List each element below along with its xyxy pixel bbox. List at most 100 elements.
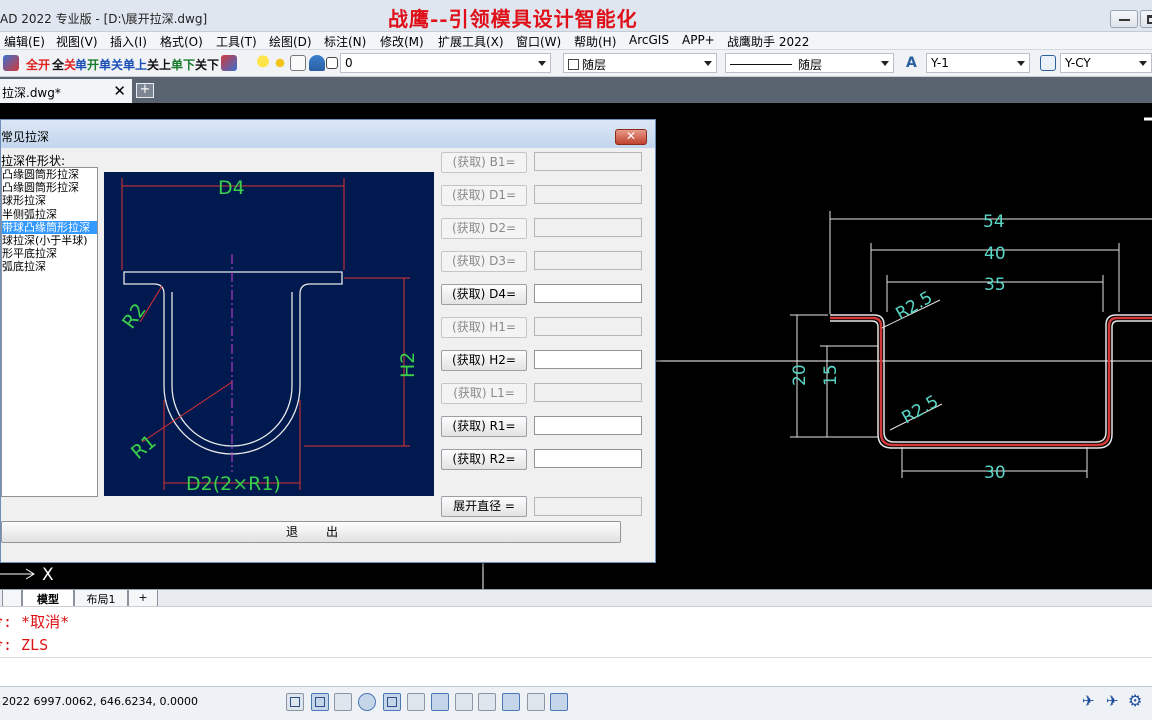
add-layout-button[interactable]: + xyxy=(128,590,158,607)
l1-field[interactable] xyxy=(534,383,642,402)
get-l1-button[interactable]: (获取) L1= xyxy=(441,383,527,404)
dim-20: 20 xyxy=(790,364,810,386)
tool-off-up[interactable]: 关上 xyxy=(147,56,171,73)
get-d2-button[interactable]: (获取) D2= xyxy=(441,218,527,239)
get-d4-button[interactable]: (获取) D4= xyxy=(441,284,527,305)
shape-item[interactable]: 弧底拉深 xyxy=(2,260,97,273)
shape-item[interactable]: 半侧弧拉深 xyxy=(2,208,97,221)
exit-button[interactable]: 退出 xyxy=(1,521,621,543)
d3-field[interactable] xyxy=(534,251,642,270)
annotation-scale-icon[interactable]: ✈ xyxy=(1082,693,1100,711)
tab-layout1[interactable]: 布局1 xyxy=(74,590,128,607)
dynamic-ucs-icon[interactable] xyxy=(431,693,449,711)
transparency-icon[interactable] xyxy=(502,693,520,711)
lineweight-icon[interactable] xyxy=(478,693,496,711)
menu-app-plus[interactable]: APP+ xyxy=(682,33,715,47)
layer-color-icon[interactable] xyxy=(290,55,306,71)
get-r1-button[interactable]: (获取) R1= xyxy=(441,416,527,437)
d4-field[interactable] xyxy=(534,284,642,303)
menu-dimension[interactable]: 标注(N) xyxy=(324,33,366,50)
menu-tools[interactable]: 工具(T) xyxy=(216,33,257,50)
sun-icon[interactable] xyxy=(272,55,288,71)
tool-all-off[interactable]: 全关 xyxy=(52,56,76,73)
menu-help[interactable]: 帮助(H) xyxy=(574,33,616,50)
dim-style-dropdown[interactable]: Y-CY xyxy=(1060,53,1152,73)
tool-single-down[interactable]: 单下 xyxy=(171,56,195,73)
menu-modify[interactable]: 修改(M) xyxy=(380,33,424,50)
shape-item[interactable]: 凸缘圆筒形拉深 xyxy=(2,168,97,181)
b1-field[interactable] xyxy=(534,152,642,171)
unfold-diameter-button[interactable]: 展开直径 = xyxy=(441,496,527,517)
menu-view[interactable]: 视图(V) xyxy=(56,33,98,50)
polar-tracking-icon[interactable] xyxy=(358,693,376,711)
layer-manager-icon[interactable] xyxy=(3,55,19,71)
get-r2-button[interactable]: (获取) R2= xyxy=(441,449,527,470)
menu-extend-tools[interactable]: 扩展工具(X) xyxy=(438,33,504,50)
get-b1-button[interactable]: (获取) B1= xyxy=(441,152,527,173)
grid-icon[interactable] xyxy=(286,693,304,711)
get-h1-button[interactable]: (获取) H1= xyxy=(441,317,527,338)
tool-single-on[interactable]: 单开 xyxy=(75,56,99,73)
h1-field[interactable] xyxy=(534,317,642,336)
unfold-diameter-field[interactable] xyxy=(534,497,642,516)
ortho-icon[interactable] xyxy=(334,693,352,711)
layer-state-icon[interactable] xyxy=(221,55,237,71)
dialog-title-bar[interactable]: 常见拉深 ✕ xyxy=(1,120,655,148)
maximize-button[interactable] xyxy=(1140,10,1152,28)
annotation-visibility-icon[interactable]: ✈ xyxy=(1106,693,1124,711)
get-h2-button[interactable]: (获取) H2= xyxy=(441,350,527,371)
new-tab-button[interactable]: + xyxy=(136,83,154,98)
get-d3-button[interactable]: (获取) D3= xyxy=(441,251,527,272)
dynamic-input-icon[interactable] xyxy=(455,693,473,711)
dialog-close-button[interactable]: ✕ xyxy=(615,129,647,145)
d1-field[interactable] xyxy=(534,185,642,204)
color-swatch-icon xyxy=(568,59,579,70)
layer-dropdown[interactable]: 0 xyxy=(340,53,551,73)
lightbulb-icon[interactable] xyxy=(255,55,271,71)
shape-item[interactable]: 球拉深(小于半球) xyxy=(2,234,97,247)
menu-insert[interactable]: 插入(I) xyxy=(110,33,147,50)
linetype-dropdown[interactable]: 随层 xyxy=(725,53,894,73)
selection-cycling-icon[interactable] xyxy=(527,693,545,711)
gear-icon[interactable]: ⚙ xyxy=(1128,693,1146,711)
minimize-button[interactable] xyxy=(1110,10,1138,28)
command-input-separator xyxy=(0,657,1152,658)
text-style-dropdown[interactable]: Y-1 xyxy=(926,53,1030,73)
color-dropdown[interactable]: 随层 xyxy=(563,53,717,73)
dim-30: 30 xyxy=(984,463,1006,483)
shape-item[interactable]: 凸缘圆筒形拉深 xyxy=(2,181,97,194)
tool-single-up[interactable]: 单上 xyxy=(123,56,147,73)
shape-item-selected[interactable]: 带球凸缘筒形拉深 xyxy=(2,221,97,234)
close-icon[interactable]: ✕ xyxy=(113,82,126,100)
command-window[interactable]: 令: *取消* 令: ZLS xyxy=(0,606,1152,686)
annotation-monitor-icon[interactable] xyxy=(550,693,568,711)
menu-zhanying-assistant[interactable]: 战鹰助手 2022 xyxy=(727,33,809,50)
tab-model[interactable]: 模型 xyxy=(22,590,74,607)
snap-grid-icon[interactable] xyxy=(311,693,329,711)
menu-format[interactable]: 格式(O) xyxy=(160,33,203,50)
dim-style-icon[interactable] xyxy=(1040,55,1056,71)
r1-field[interactable] xyxy=(534,416,642,435)
r2-field[interactable] xyxy=(534,449,642,468)
menu-draw[interactable]: 绘图(D) xyxy=(269,33,312,50)
tool-off-down[interactable]: 关下 xyxy=(195,56,219,73)
lock-icon[interactable] xyxy=(309,55,325,71)
d2-field[interactable] xyxy=(534,218,642,237)
shape-item[interactable]: 形平底拉深 xyxy=(2,247,97,260)
menu-edit[interactable]: 编辑(E) xyxy=(4,33,45,50)
object-snap-icon[interactable] xyxy=(383,693,401,711)
tab-document[interactable]: 拉深.dwg* ✕ xyxy=(0,79,132,103)
text-style-icon[interactable]: A xyxy=(906,55,922,71)
shape-listbox[interactable]: 凸缘圆筒形拉深 凸缘圆筒形拉深 球形拉深 半侧弧拉深 带球凸缘筒形拉深 球拉深(… xyxy=(1,167,98,497)
object-snap-tracking-icon[interactable] xyxy=(407,693,425,711)
menu-window[interactable]: 窗口(W) xyxy=(516,33,561,50)
tool-single-off[interactable]: 单关 xyxy=(99,56,123,73)
menu-arcgis[interactable]: ArcGIS xyxy=(629,33,669,47)
document-tabs: 拉深.dwg* ✕ + xyxy=(0,77,1152,103)
get-d1-button[interactable]: (获取) D1= xyxy=(441,185,527,206)
shape-item[interactable]: 球形拉深 xyxy=(2,194,97,207)
layout-nav-button[interactable] xyxy=(2,590,22,607)
h2-field[interactable] xyxy=(534,350,642,369)
tool-all-on[interactable]: 全开 xyxy=(26,56,50,73)
ucs-x-label: X xyxy=(42,565,54,585)
